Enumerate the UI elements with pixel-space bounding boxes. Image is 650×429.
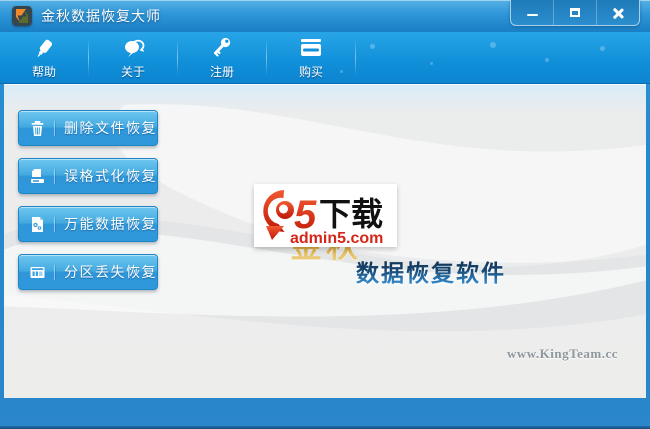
- tagline: 数据恢复软件: [356, 254, 506, 288]
- sidebar: 删除文件恢复 误格式化恢复 万能数据恢复 分区丢失恢复: [18, 110, 158, 290]
- pen-icon: [32, 36, 56, 60]
- window-title: 金秋数据恢复大师: [41, 8, 161, 24]
- sidebar-item-label: 误格式化恢复: [64, 168, 157, 184]
- website-label: www.KingTeam.cc: [506, 346, 618, 361]
- trash-icon: [31, 120, 44, 136]
- sidebar-item-format-recovery[interactable]: 误格式化恢复: [18, 158, 158, 194]
- sidebar-item-universal-recovery[interactable]: 万能数据恢复: [18, 206, 158, 242]
- toolbar-item-register[interactable]: 注册: [178, 32, 266, 83]
- toolbar-divider: [355, 39, 356, 76]
- close-button[interactable]: [596, 0, 639, 25]
- titlebar[interactable]: 金秋数据恢复大师: [0, 0, 650, 32]
- a5-logo-icon: 5 下载 admin5.com: [263, 190, 383, 247]
- app-logo-icon: [12, 6, 32, 26]
- toolbar-item-label: 关于: [120, 64, 145, 79]
- format-disk-icon: [31, 168, 44, 183]
- content-area: 删除文件恢复 误格式化恢复 万能数据恢复 分区丢失恢复 5 下载 admin5.…: [4, 84, 646, 398]
- app-window: 金秋数据恢复大师 帮助 关于 注册 购买 删除文件恢复 误格式化恢复 万能数据恢…: [0, 0, 650, 429]
- sidebar-item-label: 分区丢失恢复: [64, 264, 157, 280]
- toolbar-item-label: 购买: [298, 64, 323, 79]
- toolbar-item-about[interactable]: 关于: [89, 32, 177, 83]
- watermark-download-text: 下载: [319, 196, 383, 232]
- chat-bubbles-icon: [120, 36, 146, 60]
- maximize-icon: [570, 8, 580, 17]
- partition-icon: [30, 266, 45, 278]
- key-icon: [210, 36, 234, 60]
- toolbar: 帮助 关于 注册 购买: [0, 32, 650, 84]
- minimize-button[interactable]: [511, 0, 553, 25]
- button-separator: [54, 120, 55, 136]
- button-separator: [54, 264, 55, 280]
- window-controls: [510, 0, 640, 26]
- toolbar-item-help[interactable]: 帮助: [0, 32, 88, 83]
- close-icon: [612, 7, 624, 19]
- sidebar-item-partition-recovery[interactable]: 分区丢失恢复: [18, 254, 158, 290]
- toolbar-item-label: 注册: [209, 64, 234, 79]
- sidebar-item-label: 万能数据恢复: [64, 216, 157, 232]
- toolbar-item-label: 帮助: [31, 64, 56, 79]
- button-separator: [54, 168, 55, 184]
- watermark-site-text: admin5.com: [290, 230, 383, 247]
- minimize-icon: [526, 13, 538, 16]
- sidebar-item-deleted-file-recovery[interactable]: 删除文件恢复: [18, 110, 158, 146]
- toolbar-item-buy[interactable]: 购买: [267, 32, 355, 83]
- maximize-button[interactable]: [553, 0, 596, 25]
- a5-watermark: 5 下载 admin5.com: [254, 184, 397, 247]
- universal-recovery-icon: [32, 216, 43, 232]
- sidebar-item-label: 删除文件恢复: [64, 120, 157, 136]
- button-separator: [54, 216, 55, 232]
- bank-card-icon: [298, 36, 324, 60]
